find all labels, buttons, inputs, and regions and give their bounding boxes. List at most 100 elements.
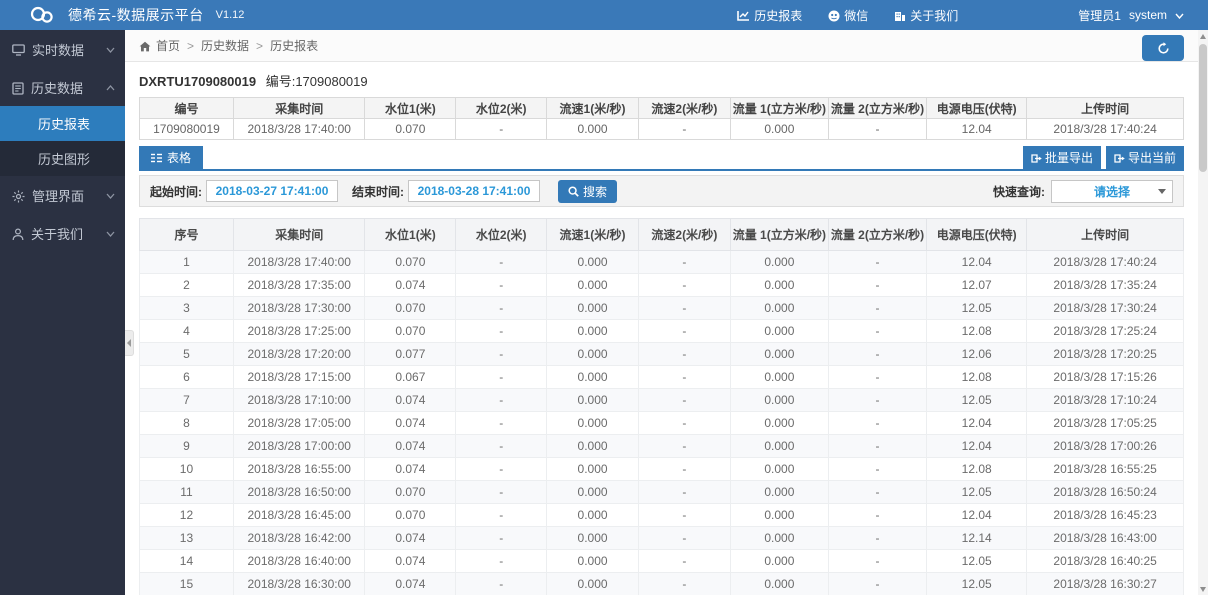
breadcrumb-history-data[interactable]: 历史数据 bbox=[201, 37, 249, 54]
table-cell: - bbox=[456, 366, 547, 389]
table-cell: 12.05 bbox=[927, 297, 1027, 320]
table-cell: 0.000 bbox=[547, 435, 639, 458]
table-cell: 0.000 bbox=[547, 119, 639, 140]
table-cell: 0.074 bbox=[365, 389, 456, 412]
table-cell: 0.000 bbox=[730, 389, 828, 412]
history-table: 序号采集时间水位1(米)水位2(米)流速1(米/秒)流速2(米/秒)流量 1(立… bbox=[139, 218, 1184, 595]
quick-query-select[interactable]: 请选择 bbox=[1051, 180, 1173, 203]
table-cell: - bbox=[456, 481, 547, 504]
quick-query: 快速查询: 请选择 bbox=[993, 180, 1173, 203]
table-cell: - bbox=[456, 297, 547, 320]
search-button[interactable]: 搜索 bbox=[558, 180, 617, 203]
table-cell: 12.14 bbox=[927, 527, 1027, 550]
nav-about-us[interactable]: 关于我们 bbox=[894, 7, 958, 24]
batch-export-button[interactable]: 批量导出 bbox=[1023, 146, 1101, 169]
table-cell: 0.000 bbox=[730, 119, 828, 140]
table-cell: 0.000 bbox=[730, 458, 828, 481]
column-header: 上传时间 bbox=[1027, 219, 1184, 251]
button-label: 批量导出 bbox=[1045, 149, 1093, 166]
table-cell: 2018/3/28 16:40:25 bbox=[1027, 550, 1184, 573]
brand[interactable]: 德希云-数据展示平台 V1.12 bbox=[0, 5, 244, 25]
table-cell: 2018/3/28 17:15:26 bbox=[1027, 366, 1184, 389]
table-cell: - bbox=[828, 389, 926, 412]
table-cell: - bbox=[456, 389, 547, 412]
table-cell: 8 bbox=[140, 412, 234, 435]
table-cell: 0.000 bbox=[730, 527, 828, 550]
table-row: 72018/3/28 17:10:000.074-0.000-0.000-12.… bbox=[140, 389, 1184, 412]
table-cell: 0.074 bbox=[365, 458, 456, 481]
table-row: 32018/3/28 17:30:000.070-0.000-0.000-12.… bbox=[140, 297, 1184, 320]
nav-label: 微信 bbox=[844, 7, 868, 24]
table-cell: 2018/3/28 17:10:24 bbox=[1027, 389, 1184, 412]
table-row: 102018/3/28 16:55:000.074-0.000-0.000-12… bbox=[140, 458, 1184, 481]
user-name: system bbox=[1129, 8, 1167, 22]
table-cell: - bbox=[828, 550, 926, 573]
table-cell: - bbox=[828, 458, 926, 481]
selected-option: 请选择 bbox=[1094, 183, 1130, 200]
sidebar-collapse-handle[interactable] bbox=[125, 330, 134, 356]
end-time-label: 结束时间: bbox=[352, 183, 404, 200]
table-cell: 0.070 bbox=[365, 251, 456, 274]
table-cell: - bbox=[638, 573, 730, 595]
table-cell: 1 bbox=[140, 251, 234, 274]
scroll-up-arrow[interactable] bbox=[1198, 30, 1208, 42]
table-cell: 15 bbox=[140, 573, 234, 595]
table-row: 112018/3/28 16:50:000.070-0.000-0.000-12… bbox=[140, 481, 1184, 504]
history-table-body: 12018/3/28 17:40:000.070-0.000-0.000-12.… bbox=[140, 251, 1184, 595]
user-menu[interactable]: 管理员1 system bbox=[1078, 7, 1184, 24]
breadcrumb: 首页 > 历史数据 > 历史报表 bbox=[125, 30, 1198, 62]
table-cell: 2018/3/28 17:30:24 bbox=[1027, 297, 1184, 320]
column-header: 序号 bbox=[140, 219, 234, 251]
refresh-button[interactable] bbox=[1142, 35, 1184, 61]
table-cell: 4 bbox=[140, 320, 234, 343]
sidebar-item-history-graph[interactable]: 历史图形 bbox=[0, 141, 125, 176]
table-cell: 2018/3/28 17:30:00 bbox=[233, 297, 365, 320]
user-role: 管理员1 bbox=[1078, 7, 1121, 24]
monitor-icon bbox=[12, 42, 25, 57]
table-cell: - bbox=[828, 573, 926, 595]
column-header: 水位2(米) bbox=[456, 219, 547, 251]
breadcrumb-home[interactable]: 首页 bbox=[156, 37, 180, 54]
table-cell: - bbox=[638, 320, 730, 343]
column-header: 流量 1(立方米/秒) bbox=[730, 219, 828, 251]
chevron-down-icon bbox=[1175, 8, 1184, 22]
nav-label: 历史报表 bbox=[754, 7, 802, 24]
table-row: 142018/3/28 16:40:000.074-0.000-0.000-12… bbox=[140, 550, 1184, 573]
scrollbar-thumb[interactable] bbox=[1199, 44, 1207, 172]
table-cell: 2018/3/28 16:55:00 bbox=[233, 458, 365, 481]
table-cell: 2018/3/28 16:30:00 bbox=[233, 573, 365, 595]
breadcrumb-history-report[interactable]: 历史报表 bbox=[270, 37, 318, 54]
breadcrumb-separator: > bbox=[256, 39, 263, 53]
table-cell: - bbox=[828, 251, 926, 274]
table-cell: 0.070 bbox=[365, 119, 456, 140]
table-cell: 2018/3/28 16:40:00 bbox=[233, 550, 365, 573]
table-cell: - bbox=[456, 251, 547, 274]
tab-table[interactable]: 表格 bbox=[139, 146, 203, 169]
scroll-down-arrow[interactable] bbox=[1198, 583, 1208, 595]
table-cell: 9 bbox=[140, 435, 234, 458]
nav-wechat[interactable]: 微信 bbox=[828, 7, 868, 24]
start-time-label: 起始时间: bbox=[150, 183, 202, 200]
table-cell: - bbox=[638, 274, 730, 297]
table-cell: 5 bbox=[140, 343, 234, 366]
export-current-button[interactable]: 导出当前 bbox=[1106, 146, 1184, 169]
sidebar-item-realtime-data[interactable]: 实时数据 bbox=[0, 30, 125, 68]
table-row: 82018/3/28 17:05:000.074-0.000-0.000-12.… bbox=[140, 412, 1184, 435]
table-cell: 0.000 bbox=[730, 251, 828, 274]
table-cell: - bbox=[456, 527, 547, 550]
table-cell: 0.000 bbox=[547, 366, 639, 389]
sidebar-item-history-report[interactable]: 历史报表 bbox=[0, 106, 125, 141]
column-header: 电源电压(伏特) bbox=[927, 219, 1027, 251]
sidebar-item-admin[interactable]: 管理界面 bbox=[0, 176, 125, 214]
start-time-input[interactable] bbox=[206, 180, 338, 202]
column-header: 流速2(米/秒) bbox=[638, 98, 730, 119]
table-cell: 0.000 bbox=[547, 251, 639, 274]
table-cell: 0.067 bbox=[365, 366, 456, 389]
end-time-input[interactable] bbox=[408, 180, 540, 202]
table-row: 132018/3/28 16:42:000.074-0.000-0.000-12… bbox=[140, 527, 1184, 550]
nav-history-report[interactable]: 历史报表 bbox=[737, 7, 802, 24]
sidebar-item-history-data[interactable]: 历史数据 bbox=[0, 68, 125, 106]
table-cell: 2018/3/28 16:42:00 bbox=[233, 527, 365, 550]
sidebar-item-about[interactable]: 关于我们 bbox=[0, 214, 125, 252]
table-cell: 1709080019 bbox=[140, 119, 234, 140]
